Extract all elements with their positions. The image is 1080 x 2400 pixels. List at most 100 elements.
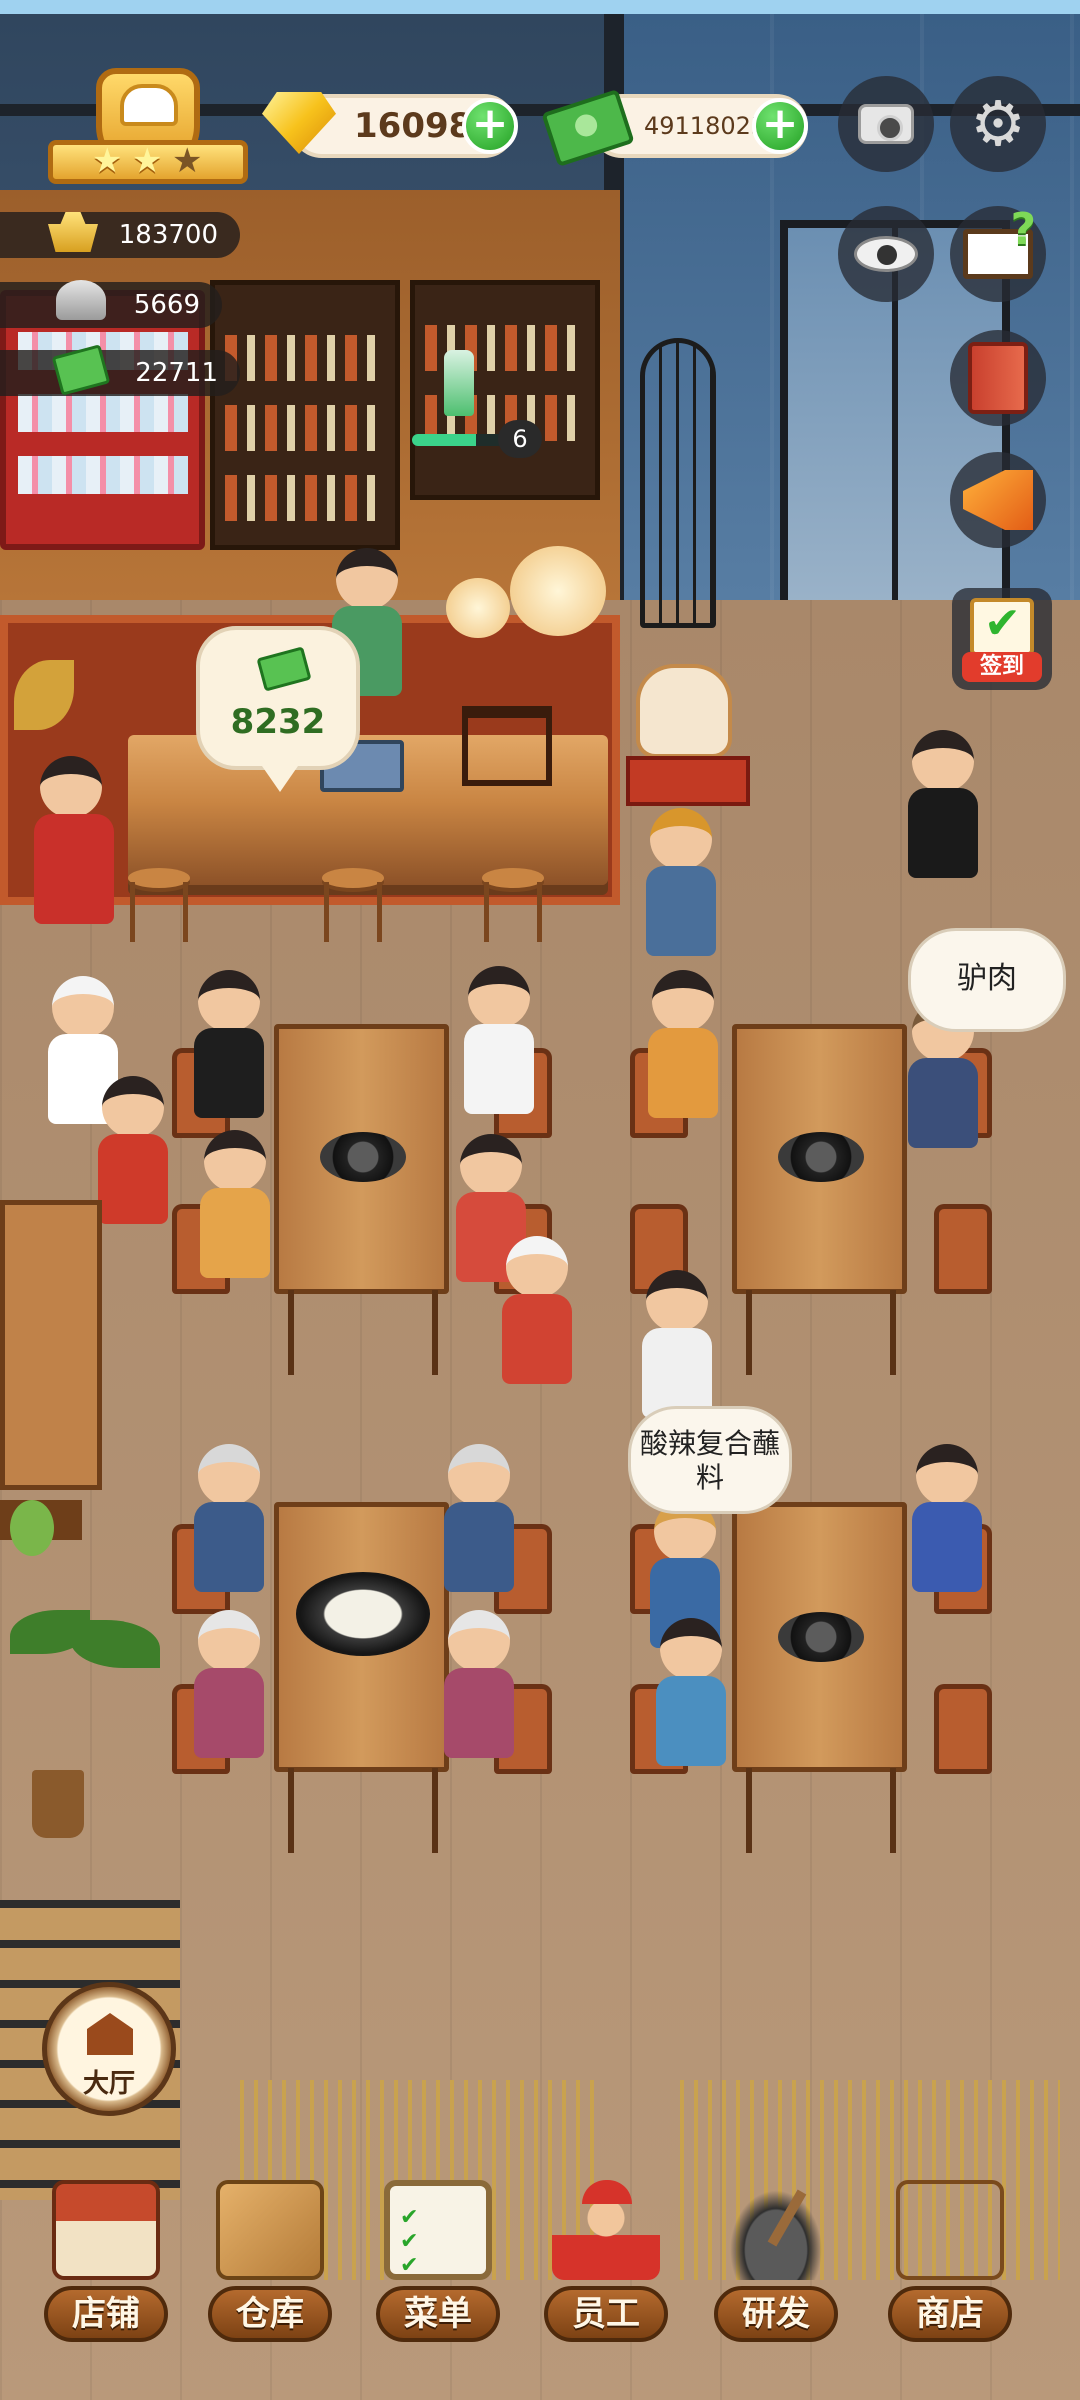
daily-checkin-button[interactable]: 签到 [952, 588, 1052, 690]
customer-order-bubble[interactable]: 酸辣复合蘸料 [628, 1406, 792, 1514]
hotpot-burner [778, 1612, 864, 1662]
elder-customer-npc[interactable] [444, 1610, 514, 1758]
gem-count: 16098 [354, 106, 473, 146]
star-icon: ★ [92, 141, 123, 181]
megaphone-icon [963, 470, 1033, 530]
customer-npc[interactable] [200, 1130, 270, 1278]
add-cash-button[interactable]: + [752, 98, 808, 154]
dishes-value: 5669 [133, 290, 200, 320]
hall-button[interactable]: 大厅 [42, 1982, 176, 2116]
nav-store-label: 商店 [888, 2286, 1012, 2342]
customer-order-bubble[interactable]: 驴肉 [908, 928, 1066, 1032]
star-icon: ★ [132, 141, 163, 181]
nav-shop-label: 店铺 [44, 2286, 168, 2342]
research-wok-icon [722, 2180, 830, 2280]
vase [10, 1500, 54, 1556]
register-cash-amount: 8232 [230, 702, 326, 742]
sky-strip [0, 0, 1080, 14]
gold-value: 183700 [118, 220, 218, 250]
view-button[interactable] [838, 206, 934, 302]
drinks-fridge[interactable] [0, 290, 205, 550]
cash-earned-value: 22711 [135, 358, 218, 388]
lantern-small [446, 578, 510, 638]
lantern-large [510, 546, 606, 636]
eye-icon [854, 236, 918, 272]
chef-hat-icon [120, 84, 178, 126]
stat-row-cash: 22711 [0, 350, 240, 396]
hotpot-burner [778, 1132, 864, 1182]
bottle-stock-bar [412, 434, 504, 446]
dish-cover-icon [56, 280, 106, 320]
stat-row-dishes: 5669 [0, 282, 222, 328]
table-legs [746, 1290, 896, 1375]
help-button[interactable] [950, 204, 1046, 302]
star-empty-icon: ★ [172, 141, 203, 181]
chef-npc[interactable] [502, 1236, 572, 1384]
table-legs [288, 1768, 438, 1853]
hall-building-icon [87, 2013, 133, 2055]
nav-warehouse[interactable]: 仓库 [208, 2180, 332, 2390]
cashier-npc[interactable] [332, 548, 402, 696]
customer-npc[interactable] [648, 970, 718, 1118]
bird-cage [640, 338, 716, 628]
cash-bundle-icon [256, 646, 312, 692]
liquor-bottle-icon [444, 350, 474, 416]
waiter-npc[interactable] [908, 730, 978, 878]
checkin-card-icon [970, 598, 1034, 656]
customer-npc[interactable] [464, 966, 534, 1114]
waitress-npc[interactable] [98, 1076, 168, 1224]
lucky-cat-stand [626, 756, 750, 806]
chair [934, 1684, 992, 1774]
recipe-book-button[interactable] [950, 330, 1046, 426]
staff-girl-icon [552, 2180, 660, 2280]
nav-staff-label: 员工 [544, 2286, 668, 2342]
nav-store[interactable]: 商店 [888, 2180, 1012, 2390]
menu-clipboard-icon [384, 2180, 492, 2280]
restaurant-rank-badge[interactable]: ★ ★ ★ [48, 62, 248, 194]
order-text: 酸辣复合蘸料 [639, 1427, 780, 1494]
incense-stand [462, 706, 552, 786]
nav-menu[interactable]: 菜单 [376, 2180, 500, 2390]
customer-npc[interactable] [912, 1444, 982, 1592]
nav-research[interactable]: 研发 [714, 2180, 838, 2390]
add-gems-button[interactable]: + [462, 98, 518, 154]
elder-customer-npc[interactable] [194, 1610, 264, 1758]
settings-button[interactable]: ⚙ [950, 76, 1046, 172]
hotpot-dish [296, 1572, 430, 1656]
checkin-label: 签到 [962, 652, 1042, 682]
worker-npc[interactable] [646, 808, 716, 956]
nav-menu-label: 菜单 [376, 2286, 500, 2342]
condiment-station[interactable] [0, 1200, 102, 1490]
customer-npc[interactable] [656, 1618, 726, 1766]
help-book-icon [963, 204, 1036, 279]
nav-research-label: 研发 [714, 2286, 838, 2342]
settings-gear-icon: ⚙ [970, 87, 1026, 160]
hall-label: 大厅 [82, 2069, 135, 2099]
manager-npc[interactable] [34, 756, 114, 924]
bar-stool-leg [130, 882, 188, 942]
recipe-book-icon [968, 342, 1028, 414]
nav-shop[interactable]: 店铺 [44, 2180, 168, 2390]
nav-staff[interactable]: 员工 [544, 2180, 668, 2390]
bottle-stock-indicator[interactable]: 6 [412, 416, 552, 460]
liquor-shelf-left[interactable] [210, 280, 400, 550]
lucky-cat-statue[interactable] [636, 664, 732, 758]
camera-button[interactable] [838, 76, 934, 172]
customer-npc[interactable] [194, 970, 264, 1118]
stat-row-gold: 183700 [0, 212, 240, 258]
chef-npc[interactable] [48, 976, 118, 1124]
waitress-npc[interactable] [642, 1270, 712, 1418]
collect-cash-bubble[interactable]: 8232 [196, 626, 360, 792]
hotpot-burner [320, 1132, 406, 1182]
bar-stool-leg [484, 882, 542, 942]
elder-customer-npc[interactable] [444, 1444, 514, 1592]
elder-customer-npc[interactable] [194, 1444, 264, 1592]
liquor-shelf-right[interactable] [410, 280, 600, 500]
customer-npc[interactable] [456, 1134, 526, 1282]
nav-warehouse-label: 仓库 [208, 2286, 332, 2342]
chair [934, 1204, 992, 1294]
announcement-button[interactable] [950, 452, 1046, 548]
warehouse-boxes-icon [216, 2180, 324, 2280]
order-text: 驴肉 [957, 961, 1017, 996]
shop-building-icon [52, 2180, 160, 2280]
